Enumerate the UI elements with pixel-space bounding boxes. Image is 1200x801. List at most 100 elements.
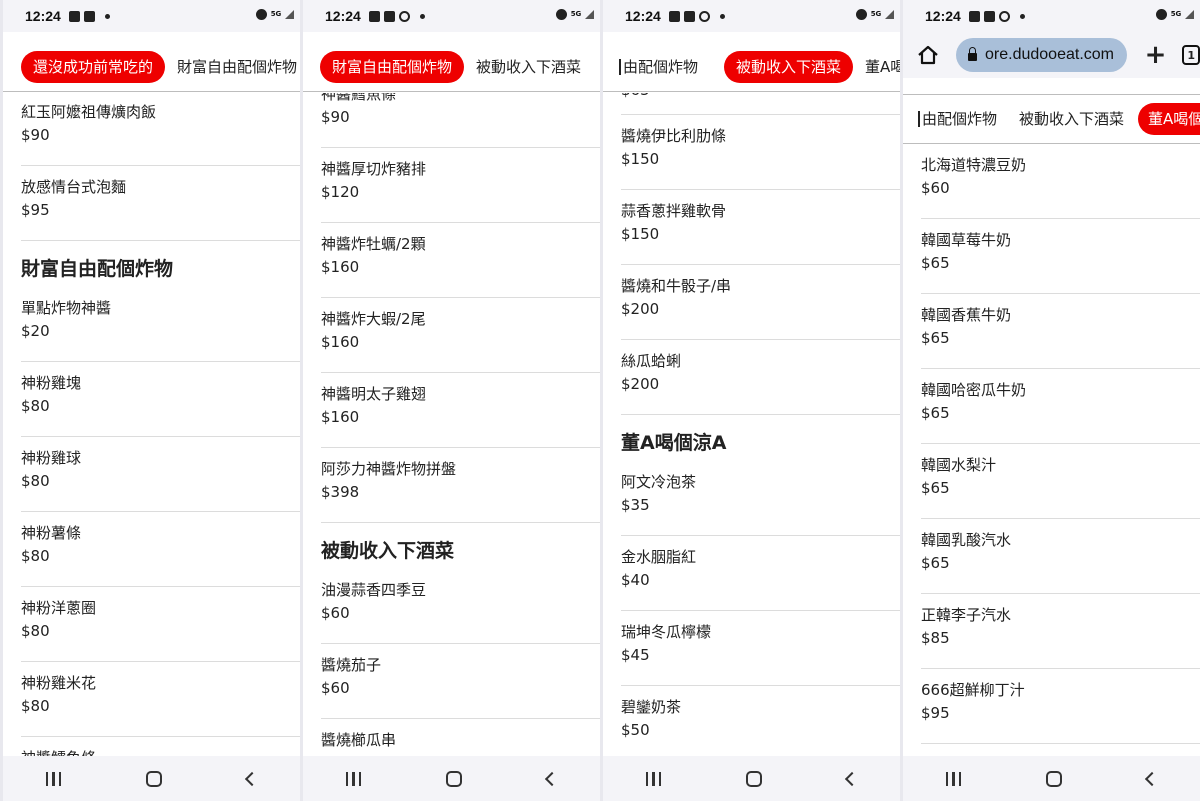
- item-price: $40: [621, 571, 650, 589]
- list-item[interactable]: 神醬鱈魚條 $90: [321, 93, 600, 148]
- recent-apps-button[interactable]: [645, 771, 662, 786]
- home-button[interactable]: [746, 770, 763, 787]
- list-item[interactable]: 醬燒茄子 $60: [321, 644, 600, 719]
- list-item[interactable]: $65: [621, 93, 900, 115]
- item-name: 正韓李子汽水: [921, 606, 1012, 624]
- item-name: 醬燒櫛瓜串: [321, 731, 397, 749]
- twitter-icon: [83, 10, 95, 22]
- home-button[interactable]: [446, 770, 463, 787]
- notification-icons: [968, 10, 1025, 22]
- back-button[interactable]: [1145, 771, 1160, 786]
- list-item[interactable]: 神醬明太子雞翅 $160: [321, 373, 600, 448]
- category-tabs: 財富自由配個炸物 被動收入下酒菜: [303, 42, 600, 92]
- network-icon: 5G: [1170, 10, 1182, 18]
- back-button[interactable]: [245, 771, 260, 786]
- item-name: 韓國草莓牛奶: [921, 231, 1012, 249]
- item-price: $160: [321, 408, 360, 426]
- item-name: 韓國香蕉牛奶: [921, 306, 1012, 324]
- signal-icon: [1185, 10, 1194, 19]
- menu-list: 神醬鱈魚條 $90 神醬厚切炸豬排 $120 神醬炸牡蠣/2顆 $160 神醬炸大蝦/2尾 $…: [303, 93, 600, 756]
- item-name: 紅玉阿嬤祖傳爌肉飯: [21, 103, 157, 121]
- tab-category-3[interactable]: 董A喝個: [1138, 103, 1200, 135]
- tab-category-1[interactable]: 財富自由配個炸物: [320, 50, 465, 83]
- alarm-icon: [1156, 9, 1167, 20]
- tab-category-3[interactable]: 董A喝個涼A: [863, 51, 900, 83]
- home-icon[interactable]: [913, 40, 942, 70]
- tab-category-1[interactable]: 由配個炸物: [619, 58, 710, 75]
- list-item[interactable]: 阿莎力神醬炸物拼盤 $398: [321, 448, 600, 523]
- status-time: 12:24: [325, 8, 361, 24]
- list-item[interactable]: 絲瓜蛤蜊 $200: [621, 340, 900, 415]
- list-item[interactable]: 醬燒櫛瓜串: [321, 719, 600, 756]
- list-item[interactable]: 金水胭脂紅 $40: [621, 536, 900, 611]
- item-price: $90: [321, 108, 350, 126]
- tab-category-2[interactable]: 被動收入下酒菜: [474, 51, 593, 83]
- list-item[interactable]: 油漫蒜香四季豆 $60: [321, 569, 600, 644]
- item-price: $80: [21, 622, 50, 640]
- list-item[interactable]: 韓國香蕉牛奶 $65: [921, 294, 1200, 369]
- gallery-icon: [668, 10, 680, 22]
- list-item[interactable]: 韓國哈密瓜牛奶 $65: [921, 369, 1200, 444]
- tab-category-2[interactable]: 財富自由配個炸物: [175, 51, 300, 83]
- list-item[interactable]: 神醬炸牡蠣/2顆 $160: [321, 223, 600, 298]
- screenshot-collage: 12:24 5G 還沒成功前常吃的 財富自由配個炸物 紅玉阿嬤祖傳爌肉飯 $90 放…: [0, 0, 1200, 801]
- item-price: $90: [21, 126, 50, 144]
- phone-panel-3: 12:24 5G 由配個炸物 被動收入下酒菜 董A喝個涼A $65: [603, 0, 900, 801]
- recent-apps-button[interactable]: [945, 771, 962, 786]
- list-item[interactable]: 666超鮮柳丁汁 $95: [921, 669, 1200, 744]
- list-item[interactable]: 醬燒伊比利肋條 $150: [621, 115, 900, 190]
- list-item[interactable]: 醬燒和牛骰子/串 $200: [621, 265, 900, 340]
- list-item[interactable]: 正韓李子汽水 $85: [921, 594, 1200, 669]
- tab-category-2[interactable]: 被動收入下酒菜: [724, 50, 854, 83]
- back-button[interactable]: [545, 771, 560, 786]
- item-price: $65: [921, 254, 950, 272]
- list-item[interactable]: 韓國水梨汁 $65: [921, 444, 1200, 519]
- tab-category-1[interactable]: 由配個炸物: [918, 111, 997, 127]
- item-price: $80: [21, 547, 50, 565]
- list-item[interactable]: 韓國草莓牛奶 $65: [921, 219, 1200, 294]
- list-item[interactable]: 蒜香蔥拌雞軟骨 $150: [621, 190, 900, 265]
- item-name: 瑞坤冬瓜檸檬: [621, 623, 712, 641]
- item-name: 神醬鱈魚條: [21, 747, 300, 756]
- tabs-button[interactable]: 1: [1182, 45, 1200, 65]
- list-item[interactable]: 紅玉阿嬤祖傳爌肉飯 $90: [21, 93, 300, 166]
- item-price: $45: [621, 646, 650, 664]
- status-bar: 12:24 5G: [303, 0, 600, 32]
- item-price: $35: [621, 496, 650, 514]
- network-icon: 5G: [270, 10, 282, 18]
- phone-panel-1: 12:24 5G 還沒成功前常吃的 財富自由配個炸物 紅玉阿嬤祖傳爌肉飯 $90 放…: [3, 0, 300, 801]
- list-item[interactable]: 韓國乳酸汽水 $65: [921, 519, 1200, 594]
- tab-category-1[interactable]: 還沒成功前常吃的: [21, 50, 166, 83]
- item-name: 神醬厚切炸豬排: [321, 160, 427, 178]
- list-item[interactable]: 瑞坤冬瓜檸檬 $45: [621, 611, 900, 686]
- item-name: 韓國哈密瓜牛奶: [921, 381, 1027, 399]
- item-name: 放感情台式泡麵: [21, 178, 127, 196]
- list-item[interactable]: 單點炸物神醬 $20: [21, 287, 300, 362]
- home-button[interactable]: [1046, 770, 1063, 787]
- list-item[interactable]: 北海道特濃豆奶 $60: [921, 145, 1200, 219]
- list-item[interactable]: 神粉薯條 $80: [21, 512, 300, 587]
- recent-apps-button[interactable]: [345, 771, 362, 786]
- list-item[interactable]: 阿文冷泡茶 $35: [621, 461, 900, 536]
- item-name: 神醬明太子雞翅: [321, 385, 427, 403]
- address-bar[interactable]: ore.dudooeat.com: [956, 38, 1127, 72]
- tab-category-2[interactable]: 被動收入下酒菜: [1019, 103, 1124, 135]
- list-item[interactable]: 神醬炸大蝦/2尾 $160: [321, 298, 600, 373]
- new-tab-button[interactable]: +: [1145, 42, 1167, 68]
- item-price: $65: [621, 93, 900, 101]
- list-item[interactable]: 神粉洋蔥圈 $80: [21, 587, 300, 662]
- list-item[interactable]: 神粉雞球 $80: [21, 437, 300, 512]
- item-price: $80: [21, 397, 50, 415]
- back-button[interactable]: [845, 771, 860, 786]
- recent-apps-button[interactable]: [45, 771, 62, 786]
- list-item[interactable]: 神粉雞塊 $80: [21, 362, 300, 437]
- status-bar: 12:24 5G: [3, 0, 300, 32]
- list-item[interactable]: 神醬鱈魚條: [21, 737, 300, 756]
- home-button[interactable]: [146, 770, 163, 787]
- category-tabs: 還沒成功前常吃的 財富自由配個炸物: [3, 42, 300, 92]
- list-item[interactable]: 神粉雞米花 $80: [21, 662, 300, 737]
- status-time: 12:24: [625, 8, 661, 24]
- list-item[interactable]: 神醬厚切炸豬排 $120: [321, 148, 600, 223]
- list-item[interactable]: 放感情台式泡麵 $95: [21, 166, 300, 241]
- list-item[interactable]: 碧鑾奶茶 $50: [621, 686, 900, 756]
